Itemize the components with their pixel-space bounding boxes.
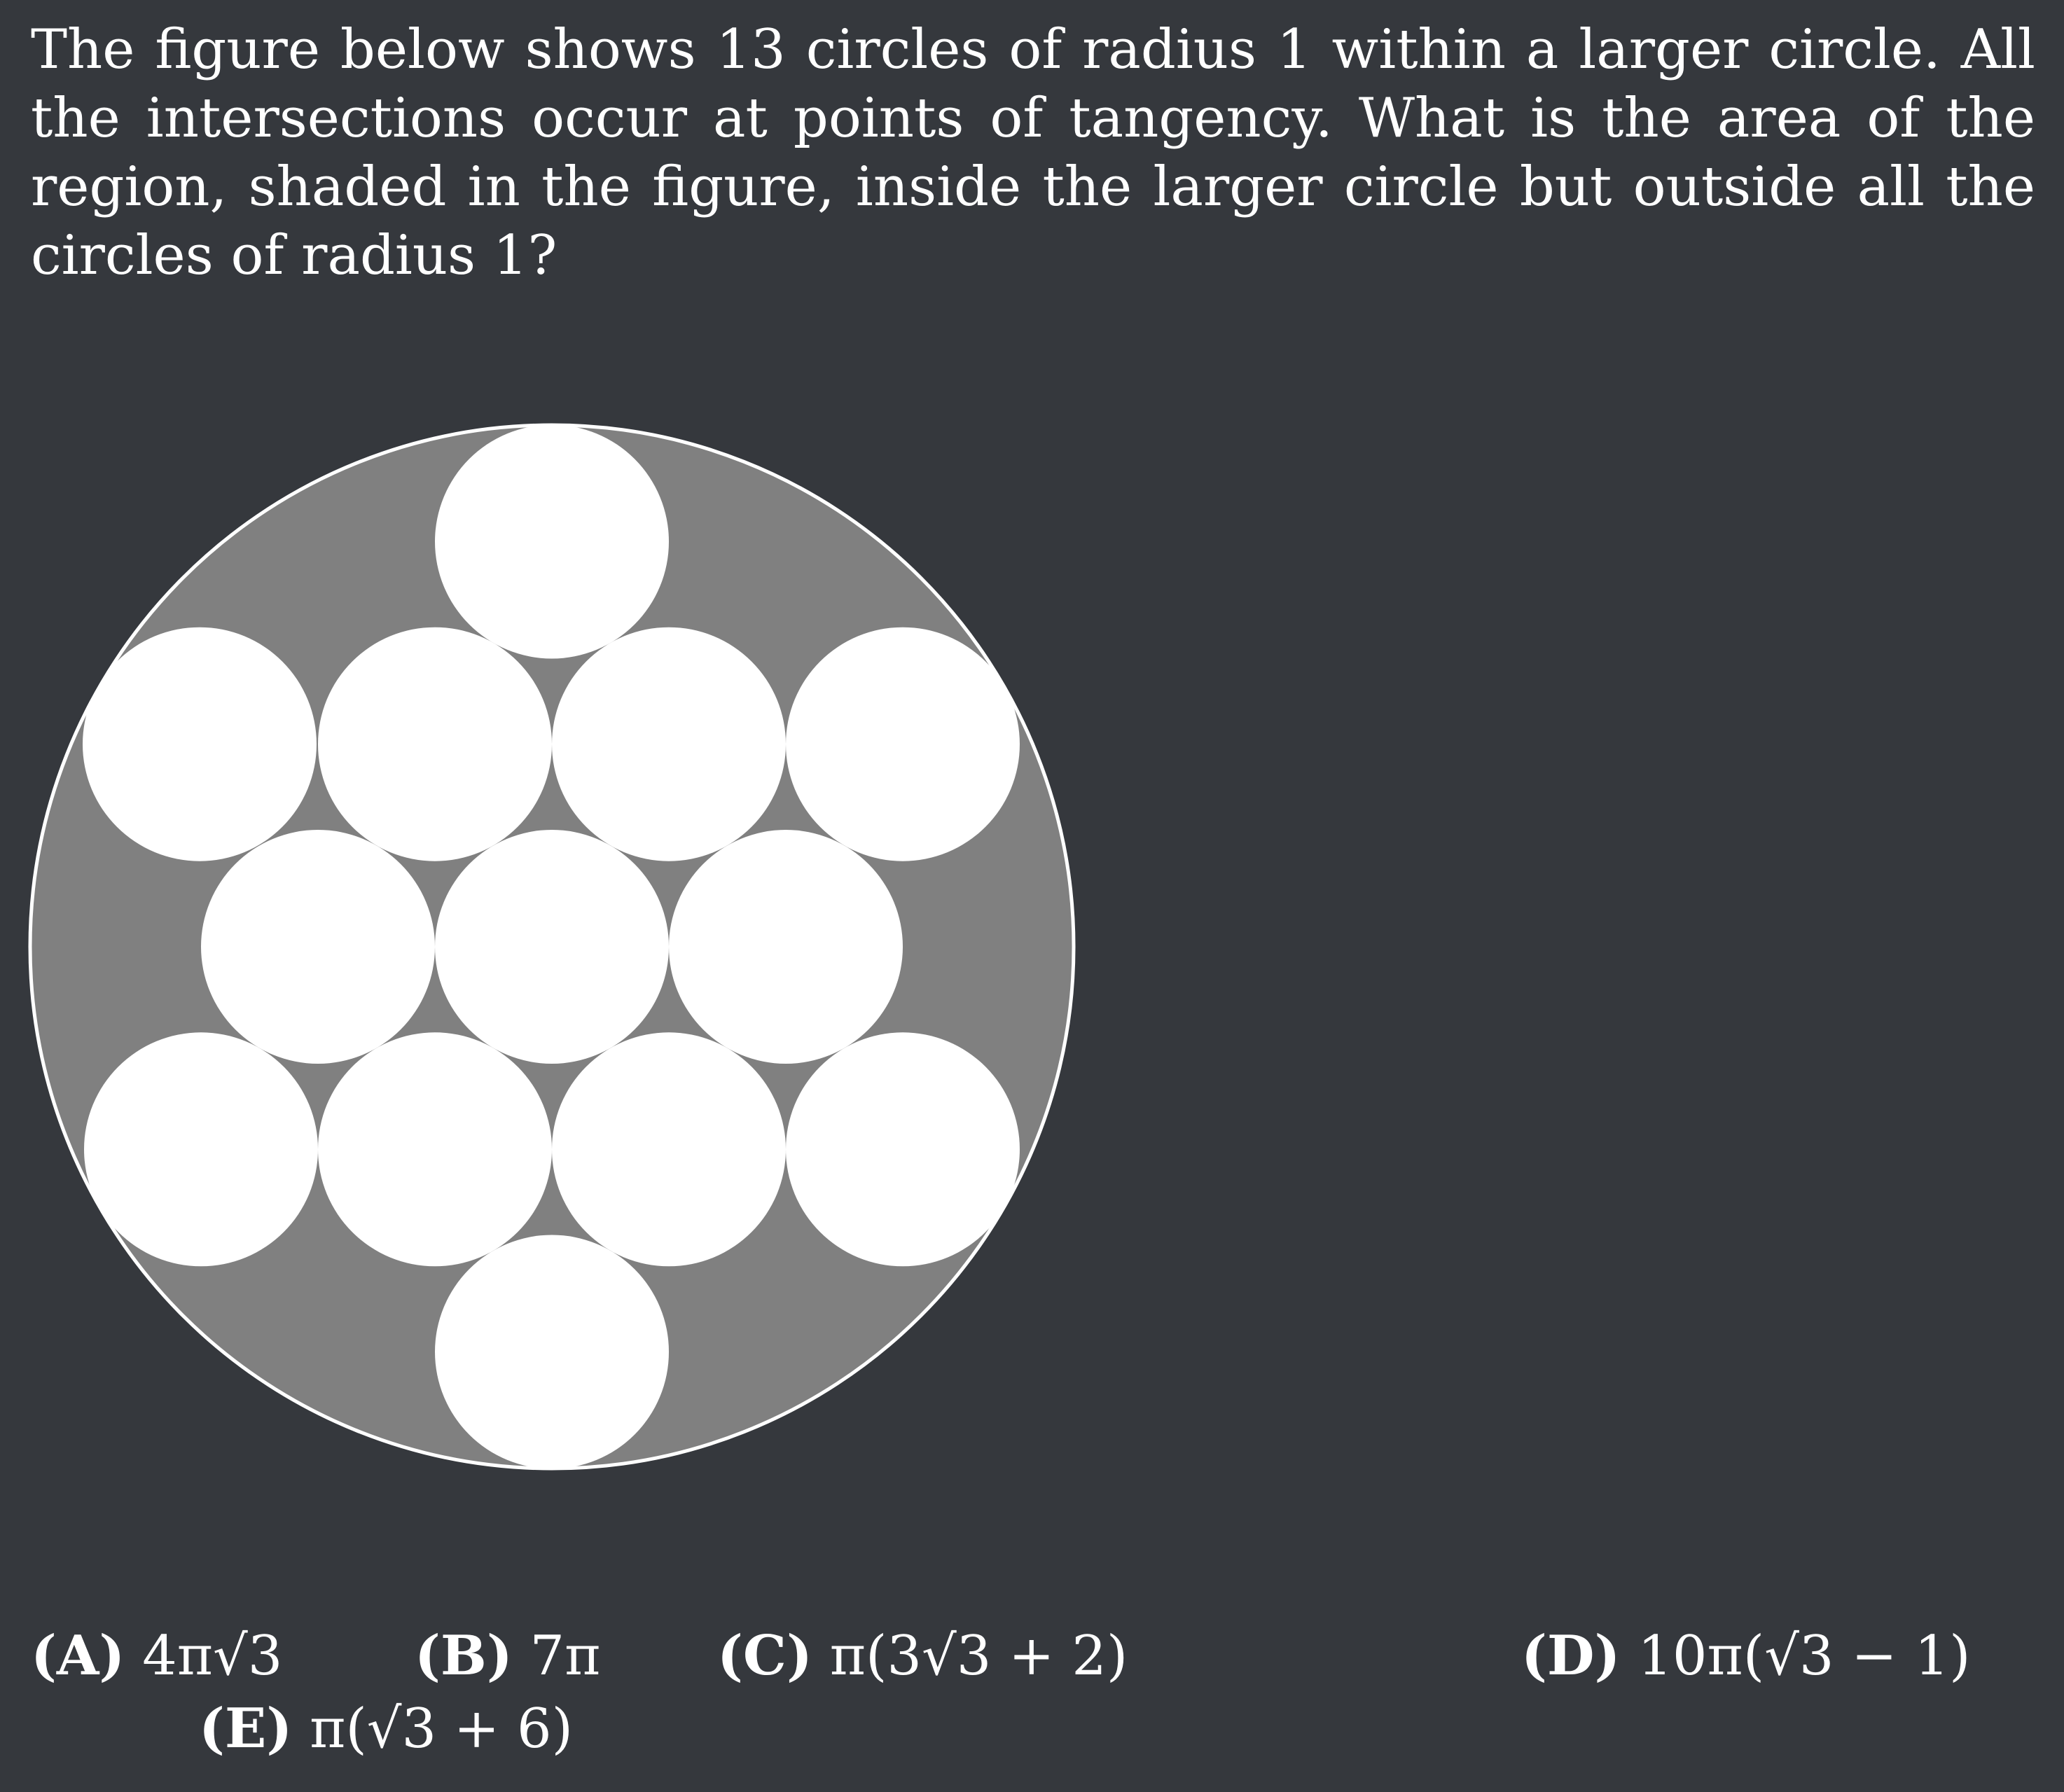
unit-circle-1 [435,424,669,659]
choice-d-letter: (D) [1521,1624,1621,1688]
choice-d[interactable]: (D) 10π(√3 − 1) [1521,1622,1971,1690]
unit-circle-3 [318,627,552,861]
choice-e-letter: (E) [199,1697,293,1760]
choice-c-letter: (C) [717,1624,812,1688]
choice-a[interactable]: (A) 4π√3 [31,1622,282,1690]
unit-circle-5 [786,627,1020,861]
choice-c[interactable]: (C) π(3√3 + 2) [717,1622,1128,1690]
choice-e-value: π(√3 + 6) [310,1697,574,1760]
choice-e[interactable]: (E) π(√3 + 6) [199,1695,573,1763]
choice-b[interactable]: (B) 7π [415,1622,600,1690]
unit-circle-12 [786,1032,1020,1267]
circle-packing-figure [28,423,1076,1471]
unit-circle-9 [84,1032,318,1267]
unit-circle-8 [669,830,903,1064]
choice-a-letter: (A) [31,1624,125,1688]
choice-d-value: 10π(√3 − 1) [1637,1625,1971,1688]
choice-c-value: π(3√3 + 2) [829,1625,1128,1688]
unit-circle-7 [435,830,669,1064]
unit-circle-2 [83,627,317,861]
choice-b-letter: (B) [415,1624,513,1688]
unit-circle-10 [318,1032,552,1267]
choice-b-value: 7π [529,1625,601,1688]
unit-circle-4 [552,627,786,861]
unit-circle-13 [435,1235,669,1469]
unit-circle-11 [552,1032,786,1267]
choice-a-value: 4π√3 [142,1625,283,1688]
unit-circle-6 [201,830,435,1064]
